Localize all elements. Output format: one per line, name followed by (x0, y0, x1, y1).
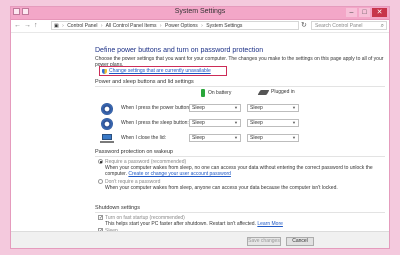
require-password-radio[interactable] (98, 159, 103, 164)
sleep-button-plugged-select[interactable]: Sleep ▼ (247, 119, 299, 127)
chevron-down-icon: ▼ (234, 105, 238, 110)
battery-icon (201, 89, 205, 97)
breadcrumb[interactable]: ▣ › Control Panel › All Control Panel It… (51, 21, 299, 30)
save-changes-button[interactable]: Save changes (247, 237, 281, 246)
maximize-button[interactable]: □ (359, 8, 370, 17)
shutdown-section-title: Shutdown settings (95, 205, 140, 211)
window-title: System Settings (174, 8, 226, 15)
breadcrumb-item[interactable]: System Settings (206, 23, 242, 29)
minimize-button[interactable]: – (346, 8, 357, 17)
sleep-button-battery-select[interactable]: Sleep ▼ (189, 119, 241, 127)
address-bar: ← → ↑ ▣ › Control Panel › All Control Pa… (11, 20, 389, 33)
footer-bar: Save changes Cancel (11, 231, 389, 248)
forward-arrow-icon[interactable]: → (24, 21, 31, 31)
sleep-button-label: When I press the sleep button: (121, 120, 189, 126)
fast-startup-desc: This helps start your PC faster after sh… (105, 221, 283, 227)
chevron-down-icon: ▼ (292, 135, 296, 140)
control-panel-icon: ▣ (54, 23, 59, 29)
up-arrow-icon[interactable]: ↑ (34, 21, 38, 31)
power-buttons-section-title: Power and sleep buttons and lid settings (95, 79, 194, 85)
power-button-plugged-select[interactable]: Sleep ▼ (247, 104, 299, 112)
chevron-down-icon: ▼ (234, 135, 238, 140)
fast-startup-checkbox[interactable]: ✓ (98, 215, 103, 221)
no-password-radio[interactable] (98, 179, 103, 184)
system-settings-window: System Settings – □ ✕ ← → ↑ ▣ › Control … (10, 6, 390, 249)
on-battery-header: On battery (201, 89, 231, 97)
divider (95, 156, 385, 157)
close-button[interactable]: ✕ (372, 8, 387, 17)
close-lid-battery-select[interactable]: Sleep ▼ (189, 134, 241, 142)
search-input[interactable]: Search Control Panel ⌕ (311, 21, 387, 30)
divider (95, 212, 385, 213)
shield-icon (102, 68, 107, 74)
laptop-lid-icon (100, 134, 114, 144)
account-password-link[interactable]: Create or change your user account passw… (128, 171, 231, 177)
plugged-in-header: Plugged in (257, 89, 295, 95)
search-icon[interactable]: ⌕ (381, 22, 384, 30)
refresh-icon[interactable]: ↻ (301, 21, 307, 31)
search-placeholder: Search Control Panel (315, 23, 363, 29)
password-section-title: Password protection on wakeup (95, 149, 173, 155)
power-button-label: When I press the power button: (121, 105, 191, 111)
title-bar: System Settings – □ ✕ (11, 7, 389, 20)
power-button-battery-select[interactable]: Sleep ▼ (189, 104, 241, 112)
back-arrow-icon[interactable]: ← (14, 21, 21, 31)
learn-more-link[interactable]: Learn More (257, 221, 283, 227)
change-settings-link[interactable]: Change settings that are currently unava… (99, 66, 227, 76)
page-title: Define power buttons and turn on passwor… (95, 47, 264, 54)
close-lid-plugged-select[interactable]: Sleep ▼ (247, 134, 299, 142)
no-password-desc: When your computer wakes from sleep, any… (105, 185, 338, 191)
chevron-down-icon: ▼ (292, 105, 296, 110)
close-lid-label: When I close the lid: (121, 135, 167, 141)
divider (95, 86, 385, 87)
main-content: Define power buttons and turn on passwor… (11, 33, 389, 248)
require-password-desc: When your computer wakes from sleep, no … (105, 165, 373, 177)
breadcrumb-item[interactable]: All Control Panel Items (106, 23, 157, 29)
breadcrumb-item[interactable]: Power Options (165, 23, 198, 29)
sleep-button-icon (101, 118, 113, 130)
chevron-down-icon: ▼ (292, 120, 296, 125)
breadcrumb-item[interactable]: Control Panel (67, 23, 97, 29)
power-button-icon (101, 103, 113, 115)
cancel-button[interactable]: Cancel (286, 237, 314, 246)
chevron-down-icon: ▼ (234, 120, 238, 125)
change-settings-label[interactable]: Change settings that are currently unava… (109, 68, 211, 74)
plug-icon (257, 89, 270, 95)
